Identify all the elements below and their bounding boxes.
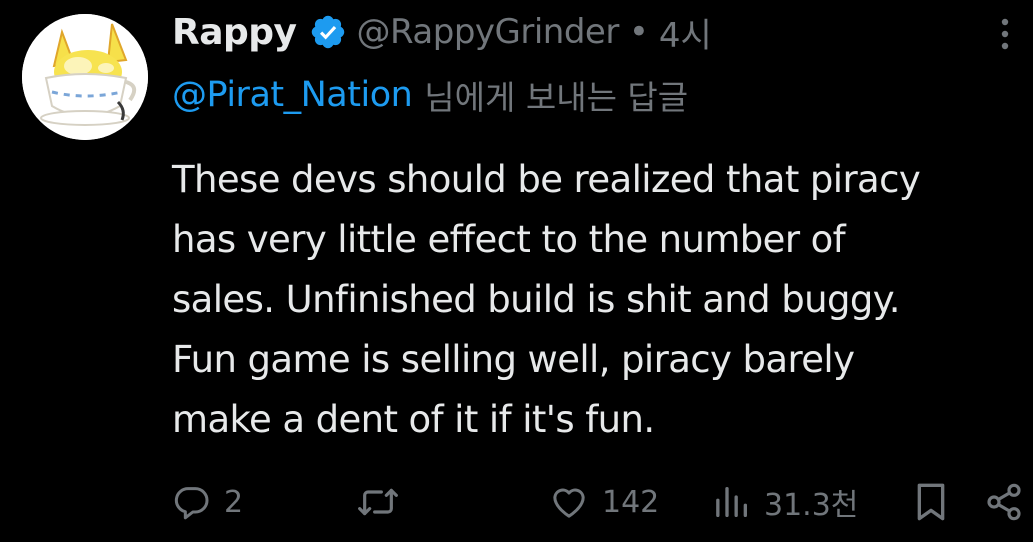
reply-count: 2 xyxy=(224,484,244,520)
rappy-teacup-avatar-icon xyxy=(22,14,148,140)
more-options-icon[interactable] xyxy=(991,14,1019,54)
display-name[interactable]: Rappy xyxy=(172,12,297,53)
reply-icon xyxy=(174,487,209,520)
tweet-text-line: Fun game is selling well, piracy barely xyxy=(172,338,855,381)
views-count: 31.3천 xyxy=(764,488,859,523)
reply-button[interactable]: 2 xyxy=(172,474,243,530)
retweet-icon xyxy=(358,488,398,516)
share-button[interactable] xyxy=(984,474,1024,530)
like-button[interactable]: 142 xyxy=(548,474,659,530)
views-button[interactable]: 31.3천 xyxy=(712,474,858,530)
tweet-text-line: These devs should be realized that pirac… xyxy=(172,158,921,201)
action-bar: 2 142 31.3천 xyxy=(0,474,1033,530)
tweet-header: Rappy @RappyGrinder • 4시 xyxy=(172,8,712,56)
like-count: 142 xyxy=(602,484,660,520)
tweet-text-line: make a dent of it if it's fun. xyxy=(172,398,655,441)
tweet-text: These devs should be realized that pirac… xyxy=(172,150,1022,450)
avatar[interactable] xyxy=(22,14,148,140)
reply-context-label: 님에게 보내는 답글 xyxy=(424,78,689,117)
verified-badge-icon[interactable] xyxy=(309,13,347,51)
timestamp[interactable]: 4시 xyxy=(659,8,712,57)
bookmark-icon xyxy=(917,483,945,521)
tweet-text-line: has very little effect to the number of xyxy=(172,218,846,261)
reply-context: @Pirat_Nation 님에게 보내는 답글 xyxy=(172,70,688,120)
tweet-text-line: sales. Unfinished build is shit and bugg… xyxy=(172,278,901,321)
separator-dot: • xyxy=(628,12,649,52)
handle[interactable]: @RappyGrinder xyxy=(357,12,620,52)
retweet-button[interactable] xyxy=(356,474,412,530)
views-bar-chart-icon xyxy=(716,487,747,517)
tweet-card: Rappy @RappyGrinder • 4시 @Pirat_Nation 님… xyxy=(0,0,1033,542)
reply-mention-link[interactable]: @Pirat_Nation xyxy=(172,75,413,115)
share-icon xyxy=(987,483,1021,521)
heart-icon xyxy=(553,488,585,518)
bookmark-button[interactable] xyxy=(914,474,948,530)
